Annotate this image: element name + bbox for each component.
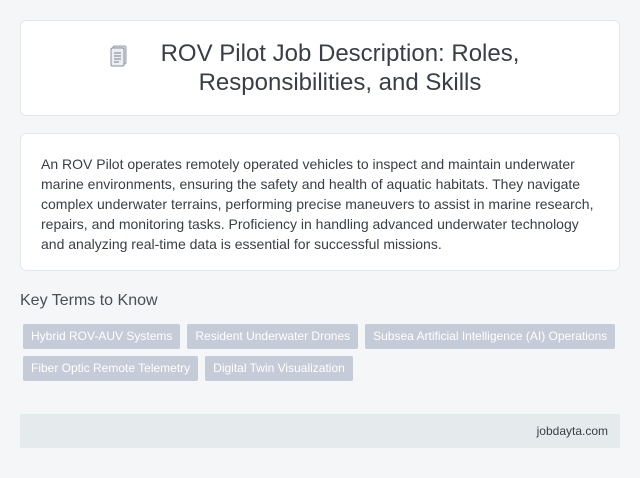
page-title: ROV Pilot Job Description: Roles, Respon… [160, 40, 520, 96]
key-term-tag: Hybrid ROV-AUV Systems [23, 324, 181, 349]
key-term-tag: Subsea Artificial Intelligence (AI) Oper… [365, 324, 616, 349]
page: ROV Pilot Job Description: Roles, Respon… [0, 0, 640, 478]
header-card: ROV Pilot Job Description: Roles, Respon… [20, 20, 620, 116]
document-icon [110, 45, 128, 67]
footer: jobdayta.com [20, 414, 620, 448]
key-term-tag: Digital Twin Visualization [205, 356, 353, 381]
header-inner: ROV Pilot Job Description: Roles, Respon… [110, 39, 530, 97]
description-card: An ROV Pilot operates remotely operated … [20, 133, 620, 271]
key-term-tag: Resident Underwater Drones [187, 324, 359, 349]
description-text: An ROV Pilot operates remotely operated … [41, 156, 594, 252]
footer-site-link[interactable]: jobdayta.com [537, 424, 608, 438]
key-term-tag: Fiber Optic Remote Telemetry [23, 356, 199, 381]
key-terms-heading: Key Terms to Know [20, 292, 158, 309]
key-terms-list: Hybrid ROV-AUV Systems Resident Underwat… [23, 324, 623, 388]
